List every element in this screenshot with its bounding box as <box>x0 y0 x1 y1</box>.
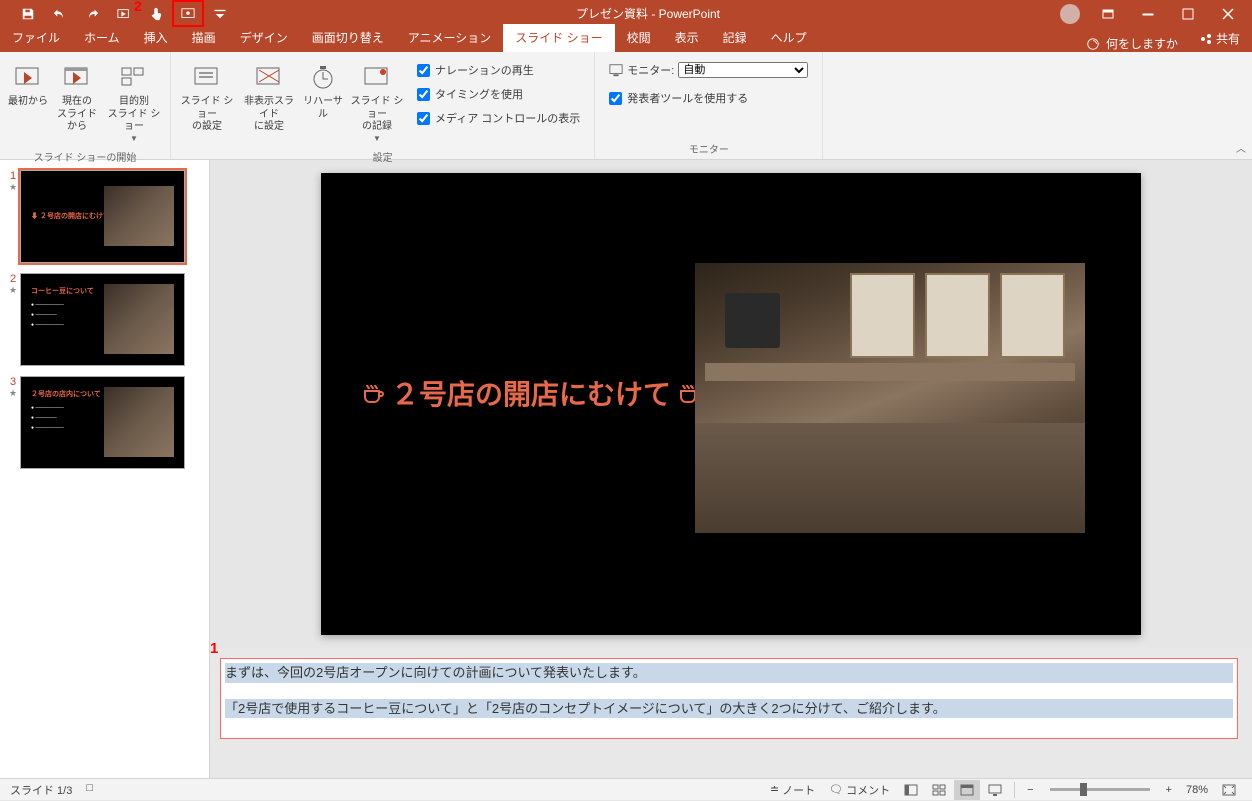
maximize-button[interactable] <box>1168 0 1208 27</box>
tab-file[interactable]: ファイル <box>0 24 72 52</box>
touch-mode-icon[interactable]: 2 <box>140 0 172 27</box>
record-slideshow-label: スライド ショー の記録 <box>349 96 405 134</box>
from-beginning-button[interactable]: 最初から <box>6 58 50 113</box>
slide-thumbnail-1[interactable]: 1★ ⬇ ２号店の開店にむけて ⬇ <box>0 168 209 271</box>
close-button[interactable] <box>1208 0 1248 27</box>
editor-area: ２号店の開店にむけて 1 まずは、今回の2号店オープンに向けての計画について発表… <box>210 160 1252 778</box>
minimize-button[interactable] <box>1128 0 1168 27</box>
tab-draw[interactable]: 描画 <box>180 24 228 52</box>
notes-toggle-button[interactable]: ≐ ノート <box>764 779 821 801</box>
monitor-label: モニター: <box>627 62 674 78</box>
animation-star-icon: ★ <box>9 285 17 296</box>
ribbon-group-setup-label: 設定 <box>177 147 588 167</box>
share-label: 共有 <box>1216 30 1240 47</box>
custom-slideshow-button[interactable]: 目的別 スライド ショー ▼ <box>104 58 164 147</box>
animation-star-icon: ★ <box>9 182 17 193</box>
zoom-level[interactable]: 78% <box>1180 781 1214 799</box>
ribbon-display-options-icon[interactable] <box>1088 0 1128 27</box>
zoom-out-button[interactable]: − <box>1021 781 1039 799</box>
tab-design[interactable]: デザイン <box>228 24 300 52</box>
share-button[interactable]: 共有 <box>1188 25 1252 52</box>
tell-me-search[interactable]: 何をしますか <box>1086 35 1178 52</box>
slide-canvas[interactable]: ２号店の開店にむけて <box>321 173 1141 635</box>
tab-home[interactable]: ホーム <box>72 24 132 52</box>
use-presenter-view-checkbox[interactable]: 発表者ツールを使用する <box>601 84 756 112</box>
notes-pane[interactable]: 1 まずは、今回の2号店オープンに向けての計画について発表いたします。 「2号店… <box>210 648 1252 778</box>
zoom-slider[interactable] <box>1050 788 1150 791</box>
tab-animations[interactable]: アニメーション <box>396 24 504 52</box>
ribbon-group-start-label: スライド ショーの開始 <box>6 147 164 167</box>
start-from-current-slide-icon[interactable] <box>172 0 204 27</box>
slide-canvas-area[interactable]: ２号店の開店にむけて <box>210 160 1252 648</box>
tab-insert[interactable]: 挿入 <box>132 24 180 52</box>
tell-me-label: 何をしますか <box>1106 35 1178 52</box>
main-area: 1★ ⬇ ２号店の開店にむけて ⬇ 2★ コーヒー豆について ● ───────… <box>0 160 1252 778</box>
redo-icon[interactable] <box>76 0 108 27</box>
hide-slide-label: 非表示スライド に設定 <box>241 96 297 134</box>
slide-sorter-view-icon[interactable] <box>926 780 952 800</box>
language-indicator-icon[interactable]: □ <box>86 782 93 798</box>
save-icon[interactable] <box>12 0 44 27</box>
annotation-badge-1: 1 <box>210 640 218 657</box>
dropdown-arrow-icon: ▼ <box>130 134 138 143</box>
record-slideshow-button[interactable]: スライド ショー の記録 ▼ <box>347 58 407 147</box>
ribbon: 最初から 現在の スライドから 目的別 スライド ショー ▼ スライド ショーの… <box>0 52 1252 160</box>
annotation-badge-2: 2 <box>134 0 142 14</box>
use-timings-checkbox[interactable]: タイミングを使用 <box>417 86 580 102</box>
status-bar: スライド 1/3 □ ≐ ノート 🗨 コメント − + 78% <box>0 778 1252 800</box>
slideshow-view-icon[interactable] <box>982 780 1008 800</box>
user-avatar <box>1060 4 1080 24</box>
setup-slideshow-label: スライド ショー の設定 <box>179 96 235 134</box>
monitor-icon <box>609 63 623 77</box>
tab-help[interactable]: ヘルプ <box>759 24 819 52</box>
slide-image-cafe[interactable] <box>695 263 1085 533</box>
slide-thumbnail-2[interactable]: 2★ コーヒー豆について ● ──────── ● ────── ● ─────… <box>0 271 209 374</box>
zoom-in-button[interactable]: + <box>1160 781 1178 799</box>
window-controls <box>1088 0 1252 27</box>
tab-record[interactable]: 記録 <box>711 24 759 52</box>
ribbon-group-monitors: モニター: 自動 発表者ツールを使用する モニター <box>595 52 823 159</box>
slide-thumbnail-3[interactable]: 3★ ２号店の店内について ● ──────── ● ────── ● ────… <box>0 374 209 477</box>
from-beginning-label: 最初から <box>8 96 48 109</box>
tab-transitions[interactable]: 画面切り替え <box>300 24 396 52</box>
quick-access-toolbar: 2 <box>0 0 236 27</box>
dropdown-arrow-icon: ▼ <box>373 134 381 143</box>
ribbon-group-setup: スライド ショー の設定 非表示スライド に設定 リハーサル スライド ショー … <box>171 52 595 159</box>
notes-line-1[interactable]: まずは、今回の2号店オープンに向けての計画について発表いたします。 <box>225 663 1233 683</box>
from-current-slide-button[interactable]: 現在の スライドから <box>52 58 102 138</box>
slide-indicator[interactable]: スライド 1/3 <box>10 782 72 798</box>
hide-slide-button[interactable]: 非表示スライド に設定 <box>239 58 299 138</box>
setup-slideshow-button[interactable]: スライド ショー の設定 <box>177 58 237 138</box>
monitor-select[interactable]: 自動 <box>678 62 808 78</box>
from-current-label: 現在の スライドから <box>54 96 100 134</box>
animation-star-icon: ★ <box>9 388 17 399</box>
comments-button[interactable]: 🗨 コメント <box>823 779 896 801</box>
title-bar: 2 プレゼン資料 - PowerPoint <box>0 0 1252 27</box>
rehearse-timings-button[interactable]: リハーサル <box>301 58 345 125</box>
tab-view[interactable]: 表示 <box>663 24 711 52</box>
notes-line-2[interactable]: 「2号店で使用するコーヒー豆について」と「2号店のコンセプトイメージについて」の… <box>225 699 1233 719</box>
fit-to-window-icon[interactable] <box>1216 780 1242 800</box>
ribbon-group-start: 最初から 現在の スライドから 目的別 スライド ショー ▼ スライド ショーの… <box>0 52 171 159</box>
slide-thumbnails-panel: 1★ ⬇ ２号店の開店にむけて ⬇ 2★ コーヒー豆について ● ───────… <box>0 160 210 778</box>
normal-view-icon[interactable] <box>898 780 924 800</box>
coffee-cup-icon <box>361 381 385 405</box>
undo-icon[interactable] <box>44 0 76 27</box>
ribbon-group-monitors-label: モニター <box>601 139 816 159</box>
show-media-controls-checkbox[interactable]: メディア コントロールの表示 <box>417 110 580 126</box>
window-title: プレゼン資料 - PowerPoint <box>236 5 1060 22</box>
ribbon-tabs: ファイル ホーム 挿入 描画 デザイン 画面切り替え アニメーション スライド … <box>0 27 1252 52</box>
custom-slideshow-label: 目的別 スライド ショー <box>106 96 162 134</box>
collapse-ribbon-icon[interactable]: ︿ <box>1236 140 1246 155</box>
user-account-area[interactable] <box>1060 4 1080 24</box>
tab-slideshow[interactable]: スライド ショー <box>503 24 614 52</box>
rehearse-label: リハーサル <box>303 96 343 121</box>
reading-view-icon[interactable] <box>954 780 980 800</box>
play-narrations-checkbox[interactable]: ナレーションの再生 <box>417 62 580 78</box>
qat-customize-dropdown-icon[interactable] <box>204 0 236 27</box>
tab-review[interactable]: 校閲 <box>615 24 663 52</box>
slide-title-text[interactable]: ２号店の開店にむけて <box>361 373 701 413</box>
